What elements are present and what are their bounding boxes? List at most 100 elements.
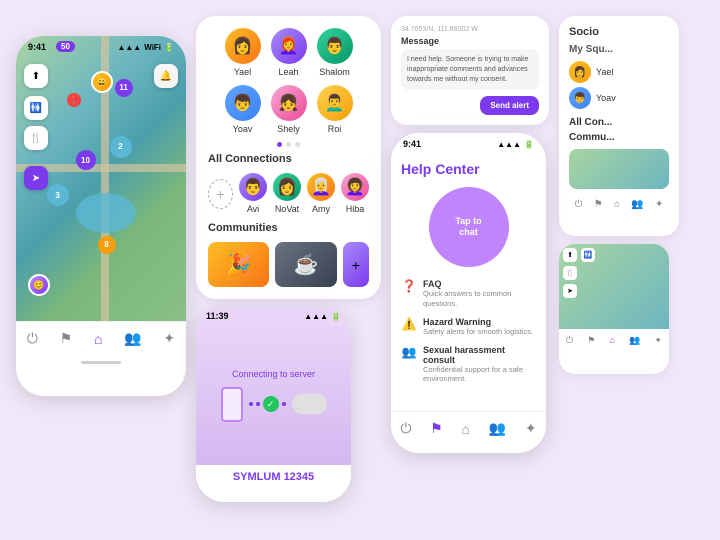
my-squad-label: My Squ... (569, 44, 669, 55)
faq-desc: Quick answers to common questions. (423, 289, 536, 309)
hazard-text: Hazard Warning Safety alerts for smooth … (423, 317, 533, 337)
community-photo-1: 🎉 (208, 242, 269, 287)
help-item-consult[interactable]: 👥 Sexual harassment consult Confidential… (401, 345, 536, 385)
avatar-yoav[interactable]: 👦 Yoav (225, 85, 261, 134)
bottom-nav-3: ⏻ ⚑ ⌂ 👥 ✦ (391, 411, 546, 447)
dot-3 (295, 142, 300, 147)
map-pin-3[interactable]: 3 (47, 184, 69, 206)
avatar-leah[interactable]: 👩‍🦰 Leah (271, 28, 307, 77)
nav3-settings[interactable]: ✦ (525, 420, 537, 437)
faq-text: FAQ Quick answers to common questions. (423, 279, 536, 309)
social-partial-card: Socio My Squ... 👩 Yael 👦 Yoav All Con...… (559, 16, 679, 236)
app-container: 9:41 ▲▲▲ WiFi 🔋 ⬆ 🔔 🚻 🍴 ➤ 2 3 10 8 11 📍 (16, 16, 704, 524)
conn-avi[interactable]: 👨 Avi (239, 173, 267, 214)
right-nav-flag[interactable]: ⚑ (594, 199, 603, 210)
map-navigate-btn[interactable]: ⬆ (24, 64, 48, 88)
dot-indicators (208, 142, 369, 147)
mini-map-btn-3[interactable]: 🍴 (563, 266, 577, 280)
nav-people[interactable]: 👥 (124, 330, 141, 347)
conn-circle-avi: 👨 (239, 173, 267, 201)
tap-chat-line2: chat (459, 227, 478, 239)
avatar-pin-2[interactable]: 😄 (91, 71, 113, 93)
mini-map-btn-2[interactable]: 🚻 (581, 248, 595, 262)
tap-to-chat-btn[interactable]: Tap to chat (429, 187, 509, 267)
faq-title: FAQ (423, 279, 536, 289)
map-pin-2[interactable]: 2 (110, 136, 132, 158)
alert-location: 34.7653/N, 111.86002 W (401, 26, 539, 33)
connecting-text: Connecting to server (232, 369, 315, 379)
nav3-people[interactable]: 👥 (489, 420, 506, 437)
map-restroom-btn[interactable]: 🚻 (24, 96, 48, 120)
conn-amy[interactable]: 👩‍🦳 Amy (307, 173, 335, 214)
avatar-roi[interactable]: 👨‍🦱 Roi (317, 85, 353, 134)
home-indicator (81, 361, 121, 364)
nav-settings[interactable]: ✦ (163, 330, 175, 347)
community-img-2[interactable]: ☕ (275, 242, 336, 287)
help-item-hazard[interactable]: ⚠️ Hazard Warning Safety alerts for smoo… (401, 317, 536, 337)
map-alert-btn[interactable]: 🔔 (154, 64, 178, 88)
map-food-btn[interactable]: 🍴 (24, 126, 48, 150)
community-photo-2: ☕ (275, 242, 336, 287)
avatar-shely[interactable]: 👧 Shely (271, 85, 307, 134)
mini-nav-settings[interactable]: ✦ (654, 335, 662, 346)
map-pin-small[interactable]: 📍 (67, 93, 81, 107)
add-connection-btn[interactable]: + (208, 179, 233, 209)
avatar-yael[interactable]: 👩 Yael (225, 28, 261, 77)
community-photo-3: + (343, 242, 369, 287)
alert-message-label: Message (401, 36, 539, 46)
status-icons-2: ▲▲▲ 🔋 (304, 312, 341, 321)
connecting-visual: ✓ (221, 387, 327, 422)
community-img-3[interactable]: + (343, 242, 369, 287)
help-item-faq[interactable]: ❓ FAQ Quick answers to common questions. (401, 279, 536, 309)
squad-name-yoav: Yoav (596, 93, 616, 103)
right-nav-home[interactable]: ⌂ (614, 199, 620, 210)
status-icons-1: ▲▲▲ WiFi 🔋 (117, 43, 174, 52)
alert-card: 34.7653/N, 111.86002 W Message I need he… (391, 16, 549, 125)
map-pin-10[interactable]: 10 (76, 150, 96, 170)
send-alert-button[interactable]: Send alert (480, 96, 539, 115)
map-water (76, 193, 136, 233)
map-view[interactable]: ⬆ 🔔 🚻 🍴 ➤ 2 3 10 8 11 📍 😊 😄 50 (16, 36, 186, 321)
map-pin-11[interactable]: 11 (115, 79, 133, 97)
nav-power[interactable]: ⏻ (27, 330, 38, 347)
alert-message-text: I need help. Someone is trying to make i… (407, 55, 533, 84)
nav-home[interactable]: ⌂ (94, 331, 102, 347)
conn-hiba[interactable]: 👩‍🦱 Hiba (341, 173, 369, 214)
nav3-power[interactable]: ⏻ (400, 420, 411, 437)
mini-nav-power[interactable]: ⏻ (566, 335, 573, 346)
avatar-shalom[interactable]: 👨 Shalom (317, 28, 353, 77)
avatar-pin-1[interactable]: 😊 (28, 274, 50, 296)
mini-map-btn-1[interactable]: ⬆ (563, 248, 577, 262)
map-pin-8[interactable]: 8 (98, 236, 116, 254)
status-time-1: 9:41 (28, 42, 46, 52)
conn-novat[interactable]: 👩 NoVat (273, 173, 301, 214)
status-icons-3: ▲▲▲ 🔋 (497, 140, 534, 149)
mini-nav: ⏻ ⚑ ⌂ 👥 ✦ (559, 329, 669, 352)
right-nav-power[interactable]: ⏻ (575, 199, 583, 210)
right-nav-settings[interactable]: ✦ (655, 199, 663, 210)
nav-flag[interactable]: ⚑ (60, 330, 73, 347)
phone-device-icon (221, 387, 243, 422)
dot-conn-2 (256, 402, 260, 406)
nav3-home[interactable]: ⌂ (461, 421, 469, 437)
communities-title: Communities (208, 222, 369, 234)
nav3-flag[interactable]: ⚑ (430, 420, 443, 437)
dot-1 (277, 142, 282, 147)
map-location-btn[interactable]: ➤ (24, 166, 48, 190)
mini-map-btn-4[interactable]: ➤ (563, 284, 577, 298)
mini-map-view: ⬆ 🚻 🍴 ➤ (559, 244, 669, 329)
right-nav-mini: ⏻ ⚑ ⌂ 👥 ✦ (569, 195, 669, 214)
avatar-circle-roi: 👨‍🦱 (317, 85, 353, 121)
squad-item-yoav[interactable]: 👦 Yoav (569, 87, 669, 109)
center-right-panel: 34.7653/N, 111.86002 W Message I need he… (391, 16, 549, 453)
tap-chat-line1: Tap to (455, 216, 481, 228)
mini-nav-people[interactable]: 👥 (629, 335, 640, 346)
phone-connecting: 11:39 ▲▲▲ 🔋 Connecting to server ✓ (196, 307, 351, 502)
mini-nav-home[interactable]: ⌂ (609, 335, 614, 346)
right-nav-people[interactable]: 👥 (631, 199, 643, 210)
alert-btn-wrapper: Send alert (401, 96, 539, 115)
community-img-1[interactable]: 🎉 (208, 242, 269, 287)
socio-title: Socio (569, 26, 669, 38)
squad-item-yael[interactable]: 👩 Yael (569, 61, 669, 83)
mini-nav-flag[interactable]: ⚑ (587, 335, 595, 346)
